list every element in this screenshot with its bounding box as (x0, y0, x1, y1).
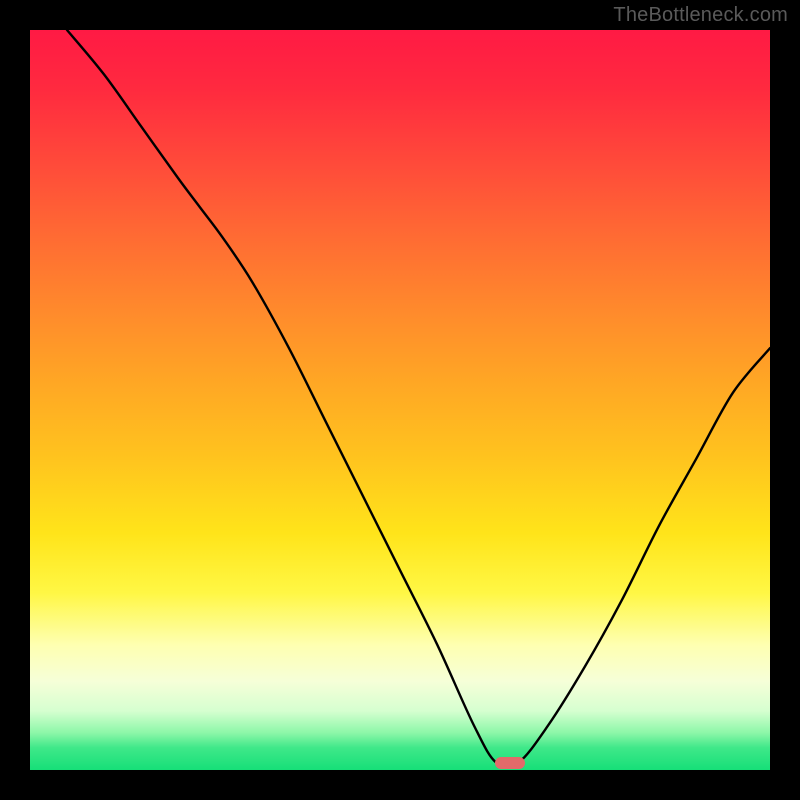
mismatch-curve (30, 30, 770, 770)
plot-area (30, 30, 770, 770)
watermark-text: TheBottleneck.com (613, 4, 788, 27)
curve-path (67, 30, 770, 767)
optimal-marker (495, 757, 525, 769)
chart-frame: TheBottleneck.com (0, 0, 800, 800)
